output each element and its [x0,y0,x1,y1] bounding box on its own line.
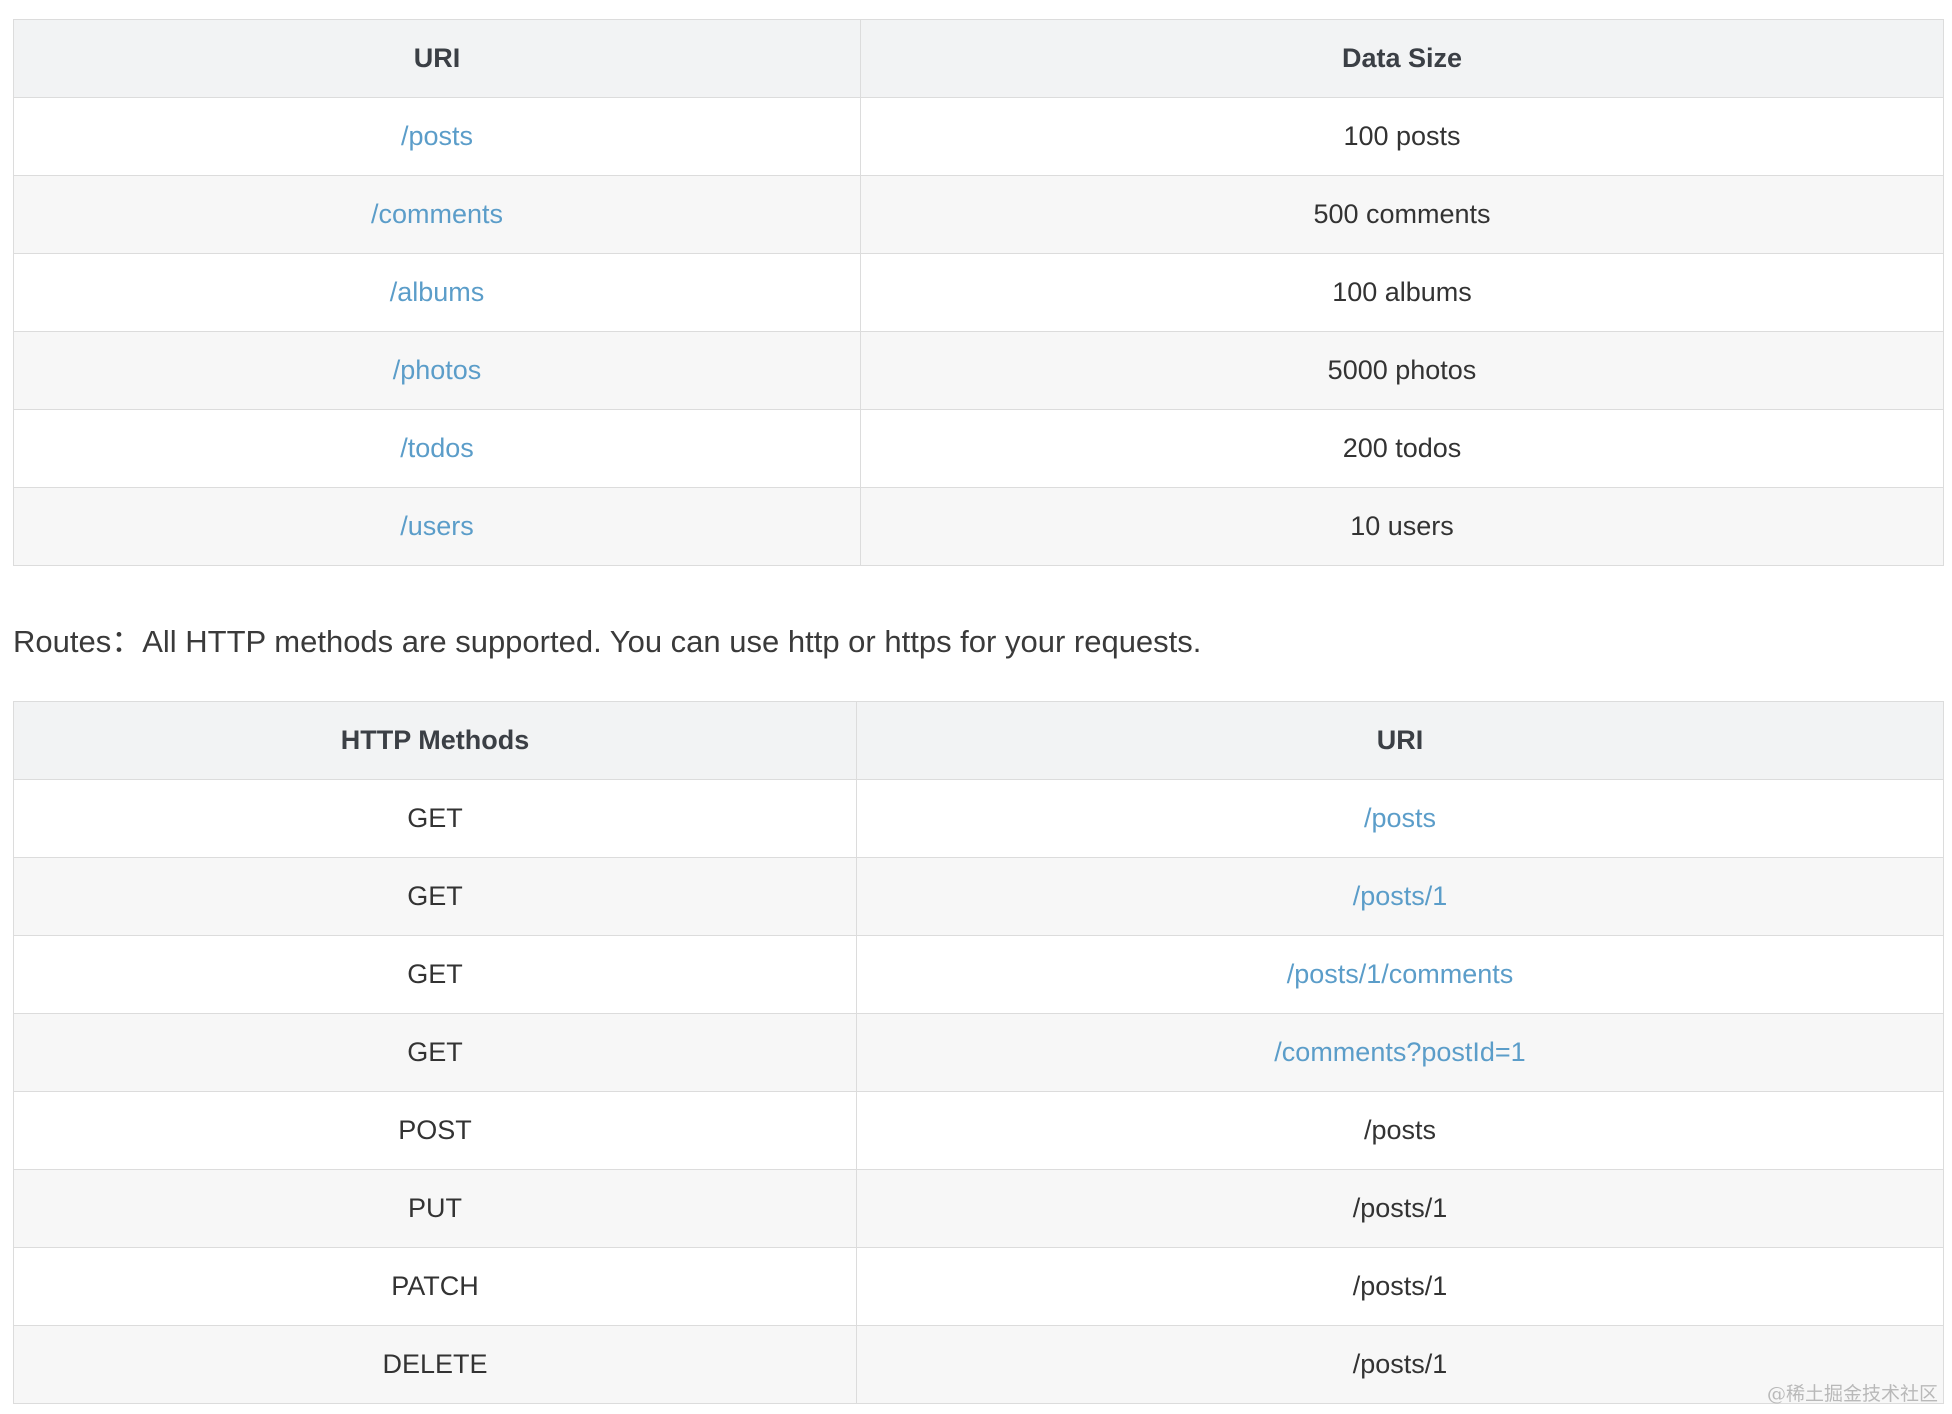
method-cell: POST [13,1091,857,1170]
uri-link[interactable]: /albums [390,277,485,307]
uri-cell: /posts [856,779,1944,858]
resources-table: URI Data Size /posts 100 posts /comments… [13,19,1944,566]
uri-cell: /posts/1/comments [856,935,1944,1014]
uri-link[interactable]: /posts/1/comments [1287,959,1514,989]
table-row: /photos 5000 photos [13,331,1944,410]
uri-link[interactable]: /posts/1 [1353,881,1448,911]
uri-link[interactable]: /posts [401,121,473,151]
method-cell: PATCH [13,1247,857,1326]
header-uri: URI [13,19,861,98]
table-row: GET /posts/1/comments [13,935,1944,1014]
uri-cell: /posts [13,97,861,176]
uri-text: /posts/1 [1352,1349,1448,1379]
uri-text: /posts [1363,1115,1437,1145]
table-row: PUT /posts/1 [13,1169,1944,1248]
data-size-cell: 500 comments [860,175,1944,254]
uri-link[interactable]: /todos [400,433,474,463]
uri-link[interactable]: /posts [1364,803,1436,833]
table-row: /todos 200 todos [13,409,1944,488]
uri-cell: /posts/1 [856,857,1944,936]
uri-cell: /users [13,487,861,566]
header-http-methods: HTTP Methods [13,701,857,780]
table-header-row: HTTP Methods URI [13,701,1944,780]
method-cell: GET [13,935,857,1014]
routes-description: Routes：All HTTP methods are supported. Y… [13,624,1202,659]
table-header-row: URI Data Size [13,19,1944,98]
uri-text: /posts/1 [1352,1271,1448,1301]
method-cell: GET [13,779,857,858]
uri-cell: /comments?postId=1 [856,1013,1944,1092]
uri-link[interactable]: /comments [371,199,503,229]
uri-cell: /todos [13,409,861,488]
uri-cell: /posts/1 [856,1247,1944,1326]
method-cell: PUT [13,1169,857,1248]
uri-cell: /comments [13,175,861,254]
method-cell: GET [13,857,857,936]
data-size-cell: 100 albums [860,253,1944,332]
watermark: @稀土掘金技术社区 [1766,1383,1938,1405]
uri-cell: /posts [856,1091,1944,1170]
routes-table: HTTP Methods URI GET /posts GET /posts/1… [13,701,1944,1404]
table-row: PATCH /posts/1 [13,1247,1944,1326]
table-row: GET /posts/1 [13,857,1944,936]
method-cell: DELETE [13,1325,857,1404]
header-data-size: Data Size [860,19,1944,98]
method-cell: GET [13,1013,857,1092]
header-uri: URI [856,701,1944,780]
table-row: GET /posts [13,779,1944,858]
data-size-cell: 5000 photos [860,331,1944,410]
uri-link[interactable]: /users [400,511,474,541]
table-row: /posts 100 posts [13,97,1944,176]
uri-cell: /posts/1 [856,1169,1944,1248]
table-row: DELETE /posts/1 [13,1325,1944,1404]
uri-link[interactable]: /photos [393,355,482,385]
data-size-cell: 10 users [860,487,1944,566]
data-size-cell: 200 todos [860,409,1944,488]
table-row: /users 10 users [13,487,1944,566]
uri-cell: /photos [13,331,861,410]
data-size-cell: 100 posts [860,97,1944,176]
uri-cell: /albums [13,253,861,332]
uri-text: /posts/1 [1352,1193,1448,1223]
table-row: /albums 100 albums [13,253,1944,332]
table-row: GET /comments?postId=1 [13,1013,1944,1092]
table-row: /comments 500 comments [13,175,1944,254]
table-row: POST /posts [13,1091,1944,1170]
uri-link[interactable]: /comments?postId=1 [1274,1037,1525,1067]
